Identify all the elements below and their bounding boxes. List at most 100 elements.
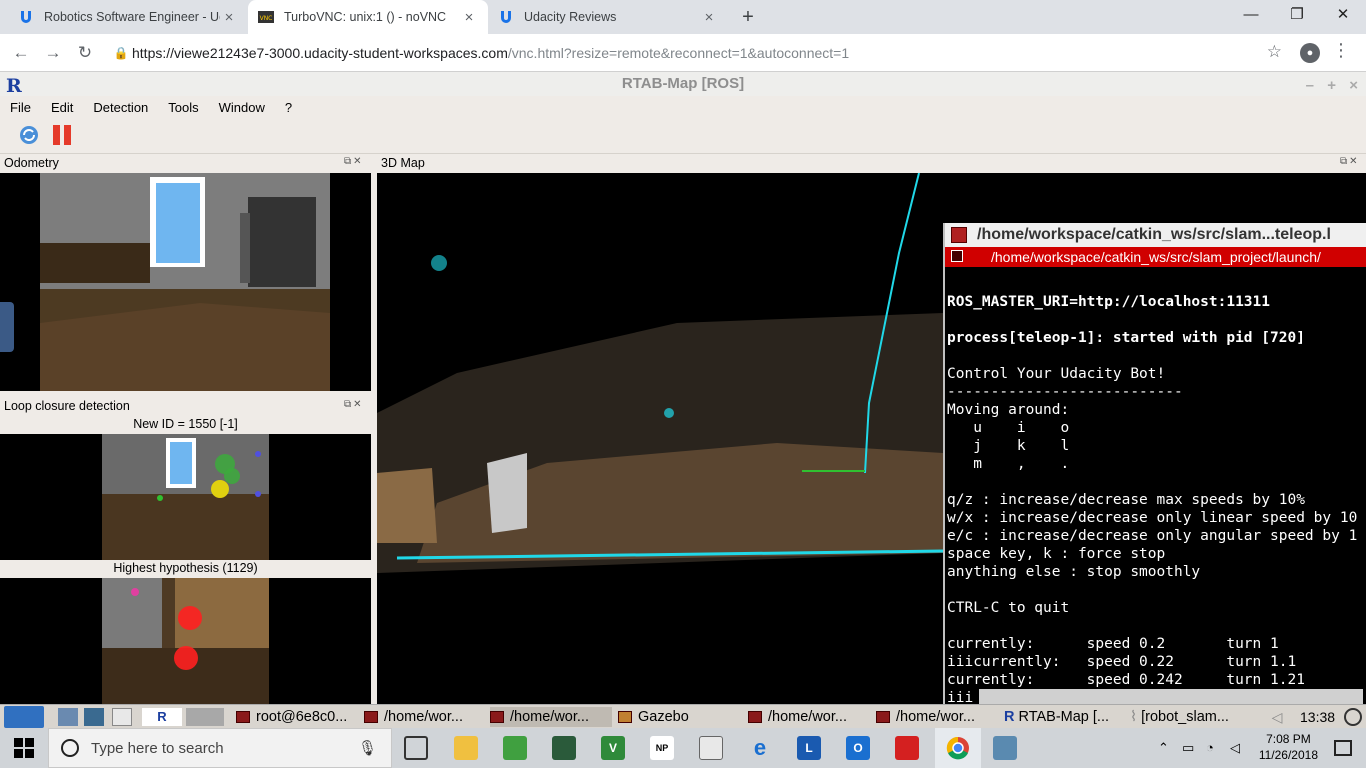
address-bar[interactable]: 🔒 https://viewe21243e7-3000.udacity-stud… <box>110 38 1296 68</box>
close-icon[interactable]: × <box>700 9 718 26</box>
terminal-line: CTRL-C to quit <box>947 600 1070 616</box>
menu-detection[interactable]: Detection <box>83 100 158 115</box>
rtabmap-launcher-icon[interactable]: R <box>142 708 182 726</box>
volume-icon[interactable]: ◁ <box>1230 740 1240 756</box>
terminal-output: ROS_MASTER_URI=http://localhost:11311 pr… <box>947 275 1366 743</box>
terminal-line: Control Your Udacity Bot! <box>947 366 1166 382</box>
menu-kebab-icon[interactable]: ⋮ <box>1332 40 1350 61</box>
close-icon[interactable]: × <box>1349 74 1358 98</box>
refresh-icon[interactable] <box>18 124 40 146</box>
volume-icon[interactable]: ◁ <box>1266 708 1288 726</box>
app-toolbar <box>0 118 1366 154</box>
taskbar-item[interactable]: /home/wor... <box>876 707 998 727</box>
taskbar-item[interactable]: root@6e8c0... <box>236 707 356 727</box>
browser-tabstrip: Robotics Software Engineer - Uda × VNC T… <box>0 0 1366 34</box>
file-manager-icon[interactable] <box>84 708 104 726</box>
acrobat-icon[interactable] <box>895 736 919 760</box>
pause-icon[interactable] <box>52 124 72 146</box>
menu-edit[interactable]: Edit <box>41 100 83 115</box>
new-id-label: New ID = 1550 [-1] <box>133 417 238 431</box>
maximize-icon[interactable]: + <box>1327 74 1336 98</box>
terminal-line: m , . <box>947 456 1070 472</box>
dock-float-close-icon[interactable]: ⧉✕ <box>344 156 364 167</box>
outlook-icon[interactable]: O <box>846 736 870 760</box>
show-desktop-icon[interactable] <box>58 708 78 726</box>
restore-button[interactable]: ❐ <box>1274 0 1320 32</box>
chrome-taskbar-button[interactable] <box>935 728 981 768</box>
odometry-view <box>0 173 371 391</box>
chevron-up-icon[interactable]: ⌃ <box>1158 740 1169 756</box>
close-icon[interactable]: × <box>220 9 238 26</box>
taskbar-search-box[interactable]: Type here to search 🎙 <box>48 728 392 768</box>
minimize-button[interactable]: — <box>1228 0 1274 32</box>
terminal-window[interactable]: /home/workspace/catkin_ws/src/slam...tel… <box>943 223 1366 706</box>
terminal-line: iiicurrently: speed 0.22 turn 1.1 <box>947 654 1297 670</box>
side-handle[interactable] <box>0 302 14 352</box>
taskbar-item-active[interactable]: /home/wor... <box>490 707 612 727</box>
microphone-icon[interactable]: 🎙 <box>358 739 377 757</box>
internet-explorer-icon[interactable]: e <box>748 736 772 760</box>
close-window-button[interactable]: ✕ <box>1320 0 1366 32</box>
file-explorer-icon[interactable] <box>454 736 478 760</box>
terminal-app-icon[interactable] <box>552 736 576 760</box>
menu-help[interactable]: ? <box>275 100 302 115</box>
dock-float-close-icon[interactable]: ⧉✕ <box>344 399 364 410</box>
terminal-titlebar: /home/workspace/catkin_ws/src/slam...tel… <box>945 223 1366 247</box>
account-icon[interactable]: ● <box>1300 43 1320 63</box>
terminal-launcher-icon[interactable] <box>112 708 132 726</box>
power-icon[interactable] <box>1344 708 1362 726</box>
browser-tab-turbovnc[interactable]: VNC TurboVNC: unix:1 () - noVNC × <box>248 0 488 34</box>
taskbar-item[interactable]: /home/wor... <box>364 707 484 727</box>
spreadsheet-app-icon[interactable] <box>503 736 527 760</box>
taskbar-item[interactable]: /home/wor... <box>748 707 868 727</box>
vim-icon[interactable]: V <box>601 736 625 760</box>
terminal-icon <box>364 711 378 723</box>
task-view-icon[interactable] <box>404 736 428 760</box>
terminal-line: q/z : increase/decrease max speeds by 10… <box>947 492 1305 508</box>
tab-title: Robotics Software Engineer - Uda <box>44 10 220 24</box>
taskbar-item[interactable]: Gazebo <box>618 707 738 727</box>
terminal-cursor <box>979 689 1364 705</box>
loop-new-image <box>0 434 371 560</box>
menu-tools[interactable]: Tools <box>158 100 208 115</box>
app-menu-icon[interactable] <box>4 706 44 728</box>
wifi-icon[interactable]: ◔ <box>1206 740 1214 755</box>
virtualbox-icon[interactable] <box>699 736 723 760</box>
windows-clock[interactable]: 7:08 PM 11/26/2018 <box>1259 731 1318 763</box>
terminal-icon <box>490 711 504 723</box>
close-icon[interactable]: × <box>460 9 478 26</box>
taskbar-item[interactable]: R RTAB-Map [... <box>1004 707 1124 727</box>
paint-icon[interactable] <box>993 736 1017 760</box>
workspace-switcher[interactable] <box>186 708 224 726</box>
np-app-icon[interactable]: NP <box>650 736 674 760</box>
back-icon[interactable]: ← <box>8 40 34 66</box>
menu-file[interactable]: File <box>0 100 41 115</box>
browser-tab-reviews[interactable]: Udacity Reviews × <box>488 0 728 34</box>
terminal-line: currently: speed 0.2 turn 1 <box>947 636 1279 652</box>
browser-tab-robotics[interactable]: Robotics Software Engineer - Uda × <box>8 0 248 34</box>
menu-window[interactable]: Window <box>209 100 275 115</box>
rviz-icon: ⌇ <box>1130 709 1138 725</box>
url-path: /vnc.html?resize=remote&reconnect=1&auto… <box>507 45 850 61</box>
taskbar-item-label: Gazebo <box>638 709 689 725</box>
new-tab-button[interactable]: + <box>736 4 760 30</box>
loop-hypothesis-image <box>0 578 371 704</box>
lync-icon[interactable]: L <box>797 736 821 760</box>
terminal-line: j k l <box>947 438 1070 454</box>
forward-icon[interactable]: → <box>40 40 66 66</box>
notifications-icon[interactable] <box>1334 740 1352 756</box>
minimize-icon[interactable]: – <box>1306 74 1314 98</box>
battery-icon[interactable]: ▭ <box>1182 740 1194 756</box>
taskbar-item[interactable]: ⌇ [robot_slam... <box>1130 707 1254 727</box>
svg-text:VNC: VNC <box>260 15 273 22</box>
windows-start-icon[interactable] <box>14 738 34 758</box>
terminal-line: anything else : stop smoothly <box>947 564 1201 580</box>
vnc-taskbar: R root@6e8c0... /home/wor... /home/wor..… <box>0 704 1366 728</box>
terminal-icon <box>951 227 967 243</box>
bookmark-star-icon[interactable]: ☆ <box>1267 42 1282 62</box>
dock-float-close-icon[interactable]: ⧉✕ <box>1340 156 1360 167</box>
terminal-tab[interactable]: /home/workspace/catkin_ws/src/slam_proje… <box>945 247 1366 267</box>
reload-icon[interactable]: ↻ <box>72 40 98 66</box>
clock-time: 7:08 PM <box>1266 732 1311 746</box>
